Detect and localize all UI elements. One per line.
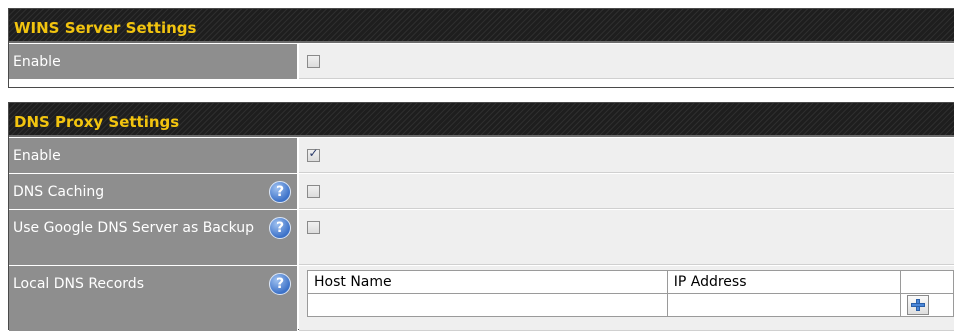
dns-caching-label-cell: DNS Caching ? <box>9 174 298 209</box>
host-name-input-cell[interactable] <box>307 293 668 317</box>
table-row <box>307 293 954 317</box>
local-dns-label-cell: Local DNS Records ? <box>9 266 298 331</box>
dns-caching-row: DNS Caching ? <box>9 173 954 209</box>
dns-caching-label: DNS Caching <box>13 184 105 200</box>
wins-enable-value-cell <box>299 44 954 79</box>
local-dns-value-cell: Host Name IP Address <box>299 266 954 331</box>
ip-address-column-header: IP Address <box>666 270 902 294</box>
google-dns-value-cell <box>299 210 954 265</box>
wins-enable-checkbox[interactable] <box>307 55 320 68</box>
help-icon[interactable]: ? <box>269 181 291 203</box>
help-icon[interactable]: ? <box>269 217 291 239</box>
action-column-header <box>900 270 954 294</box>
google-dns-checkbox[interactable] <box>307 221 320 234</box>
wins-enable-label: Enable <box>13 54 61 70</box>
help-icon[interactable]: ? <box>269 273 291 295</box>
google-dns-backup-row: Use Google DNS Server as Backup ? <box>9 209 954 265</box>
local-dns-records-label: Local DNS Records <box>13 276 144 292</box>
local-dns-records-table: Host Name IP Address <box>307 270 954 317</box>
wins-section-title: WINS Server Settings <box>9 9 954 43</box>
google-dns-label: Use Google DNS Server as Backup <box>13 220 255 236</box>
local-dns-records-row: Local DNS Records ? Host Name IP Address <box>9 265 954 331</box>
add-cell <box>900 293 954 317</box>
checkmark-icon: ✓ <box>308 146 319 160</box>
dns-proxy-settings-panel: DNS Proxy Settings Enable ✓ DNS Caching … <box>8 102 954 331</box>
google-dns-label-cell: Use Google DNS Server as Backup ? <box>9 210 298 265</box>
dns-enable-value-cell: ✓ <box>299 138 954 173</box>
wins-enable-row: Enable <box>9 43 954 79</box>
dns-enable-label-cell: Enable <box>9 138 298 173</box>
dns-caching-checkbox[interactable] <box>307 185 320 198</box>
ip-address-input-cell[interactable] <box>666 293 902 317</box>
wins-server-settings-panel: WINS Server Settings Enable <box>8 8 954 88</box>
dns-section-title: DNS Proxy Settings <box>9 103 954 137</box>
host-name-column-header: Host Name <box>307 270 668 294</box>
wins-enable-label-cell: Enable <box>9 44 298 79</box>
dns-enable-row: Enable ✓ <box>9 137 954 173</box>
add-icon[interactable] <box>907 295 930 315</box>
table-header-row: Host Name IP Address <box>307 270 954 294</box>
dns-enable-checkbox[interactable]: ✓ <box>307 146 320 162</box>
dns-caching-value-cell <box>299 174 954 209</box>
dns-enable-label: Enable <box>13 148 61 164</box>
